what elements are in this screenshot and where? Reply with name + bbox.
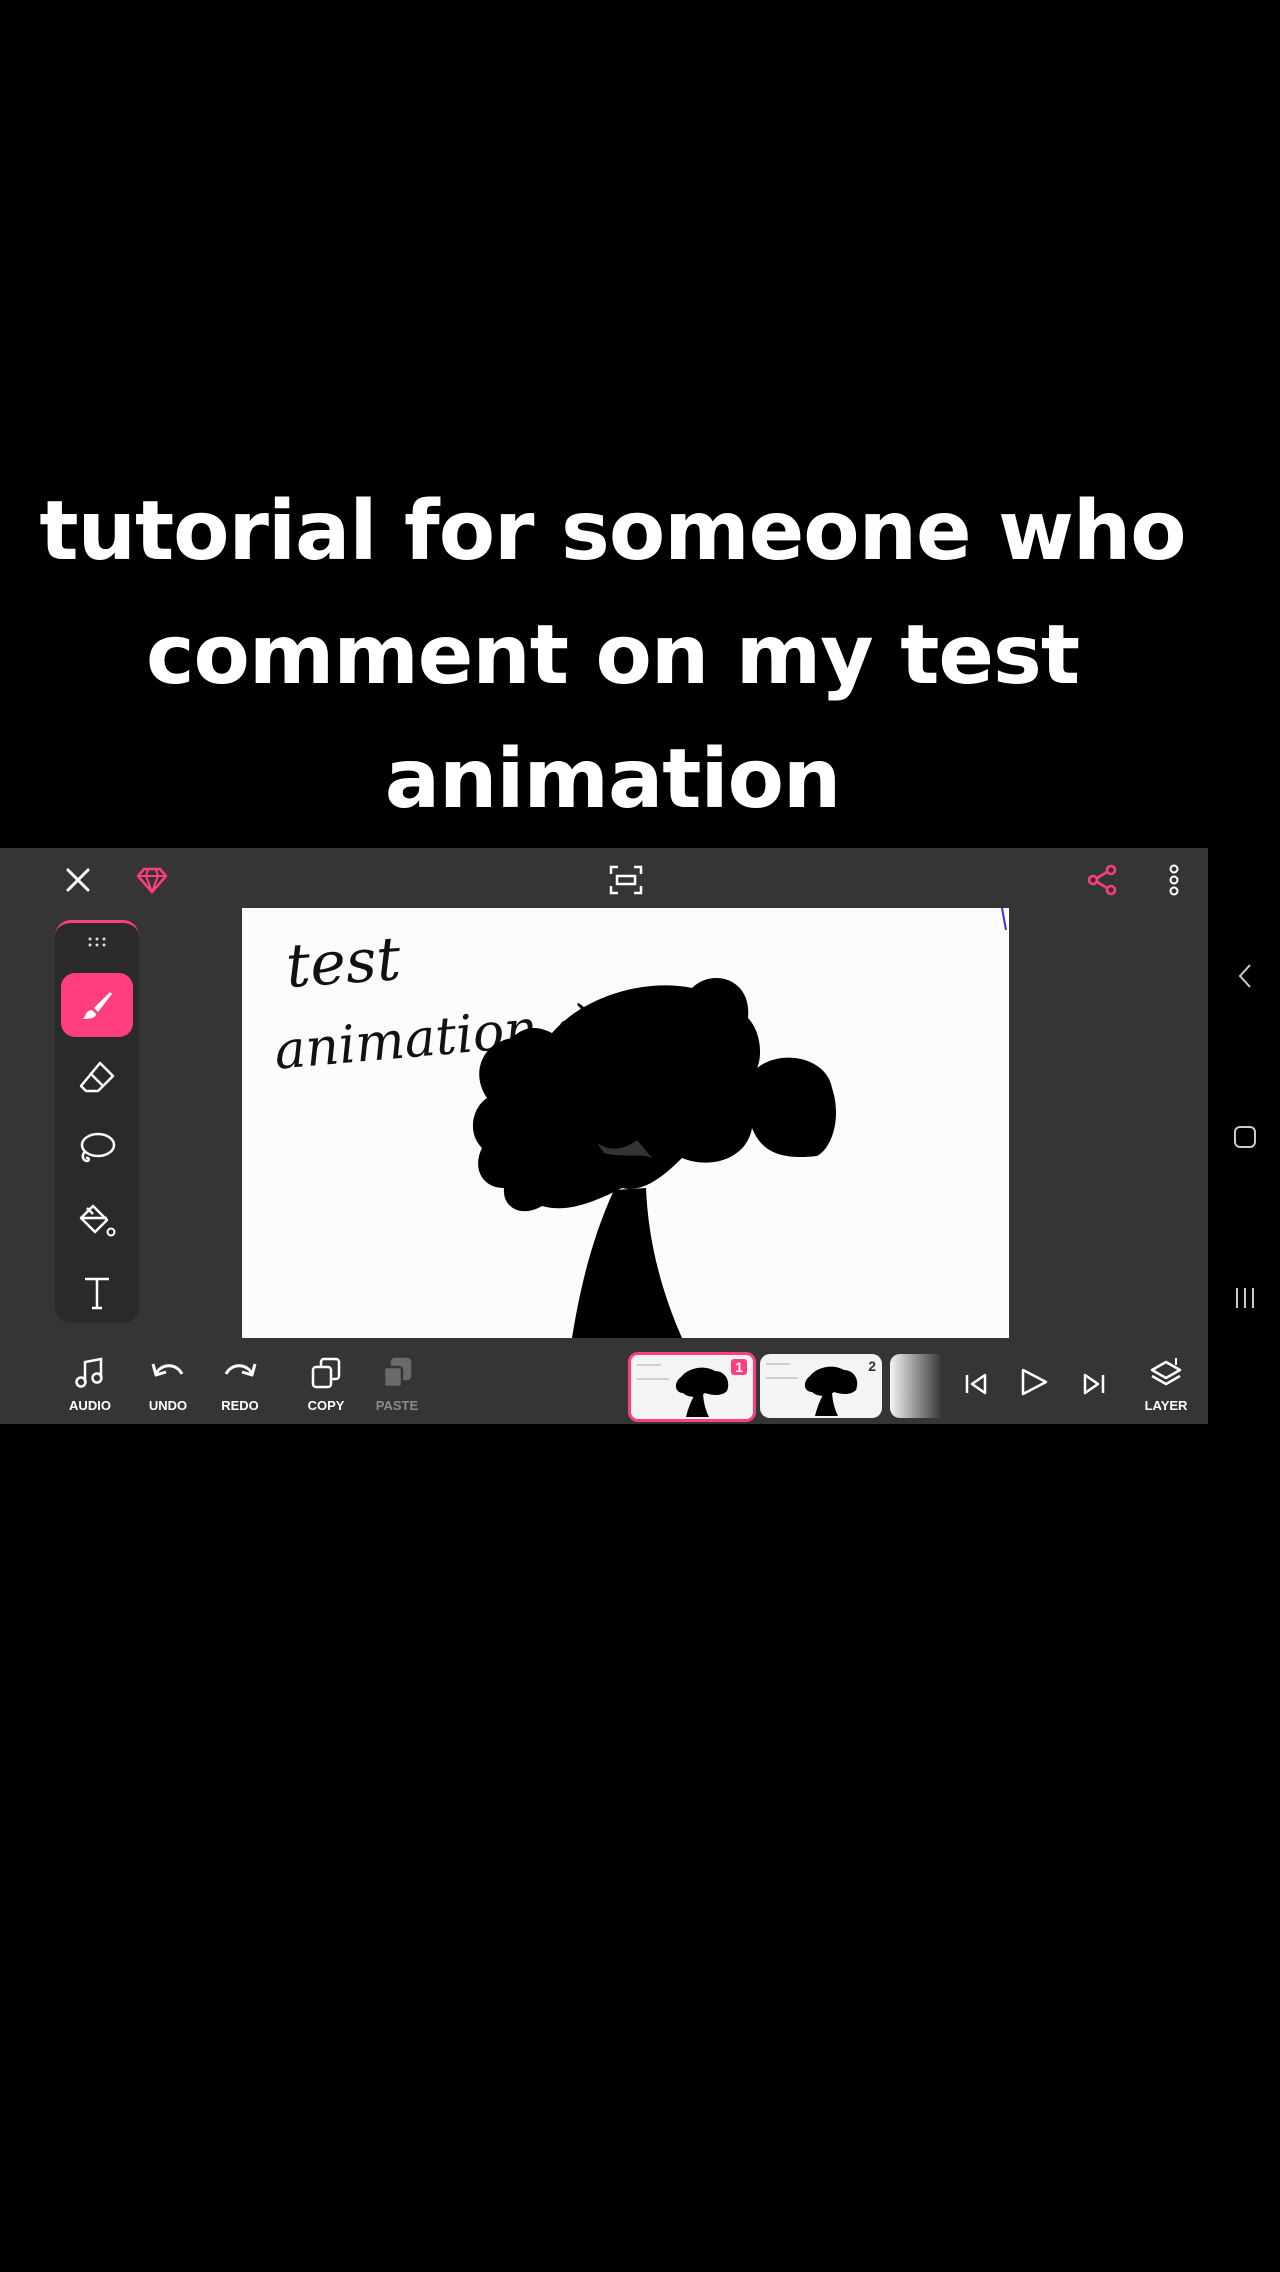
animation-app: test animation :) AUDIO UNDO REDO COPY P…: [0, 848, 1208, 1424]
frame-number: 2: [868, 1358, 876, 1374]
caption-line-3: animation: [384, 732, 842, 827]
text-icon: [85, 1277, 109, 1310]
frame-number: 1: [731, 1359, 747, 1375]
lasso-tool[interactable]: [61, 1117, 133, 1181]
frame-thumbnail-2[interactable]: 2: [760, 1354, 882, 1418]
fit-screen-icon: [609, 865, 643, 895]
brush-icon: [83, 992, 112, 1019]
grip-icon: [88, 937, 106, 947]
share-icon: [1087, 864, 1117, 896]
paste-icon: [382, 1357, 412, 1389]
layers-icon: [1150, 1358, 1182, 1386]
caption-line-1: tutorial for someone who: [39, 484, 1186, 579]
brush-tool[interactable]: [61, 973, 133, 1037]
nav-back-button[interactable]: [1225, 956, 1265, 996]
drag-handle[interactable]: [55, 935, 139, 953]
audio-label: AUDIO: [69, 1398, 111, 1413]
drawing-canvas[interactable]: test animation :): [242, 908, 1009, 1338]
eraser-tool[interactable]: [61, 1045, 133, 1109]
fill-bucket-icon: [79, 1204, 116, 1237]
copy-button[interactable]: COPY: [290, 1350, 362, 1420]
premium-button[interactable]: [132, 860, 172, 900]
tree-silhouette: [472, 908, 1007, 1338]
music-note-icon: [75, 1357, 103, 1388]
frame-preview: [766, 1363, 858, 1416]
frame-thumbnail-partial[interactable]: [890, 1354, 942, 1418]
fit-screen-button[interactable]: [606, 860, 646, 900]
skip-forward-icon: [1083, 1373, 1105, 1395]
share-button[interactable]: [1082, 860, 1122, 900]
layer-button[interactable]: LAYER: [1130, 1350, 1202, 1420]
nav-home-button[interactable]: [1225, 1117, 1265, 1157]
audio-button[interactable]: AUDIO: [54, 1350, 126, 1420]
redo-icon: [224, 1363, 257, 1377]
copy-label: COPY: [307, 1398, 345, 1413]
redo-button[interactable]: REDO: [204, 1350, 276, 1420]
lasso-icon: [80, 1132, 116, 1163]
home-square-icon: [1234, 1126, 1256, 1148]
caption-line-2: comment on my test: [145, 608, 1080, 703]
video-caption: tutorial for someone who comment on my t…: [0, 470, 1225, 842]
more-button[interactable]: [1160, 860, 1188, 900]
redo-label: REDO: [221, 1398, 259, 1413]
top-toolbar: [0, 848, 1208, 908]
close-icon: [66, 868, 90, 892]
fill-tool[interactable]: [61, 1189, 133, 1253]
close-button[interactable]: [56, 860, 100, 900]
text-tool[interactable]: [61, 1261, 133, 1325]
paste-button[interactable]: PASTE: [361, 1350, 433, 1420]
recents-icon: [1236, 1288, 1254, 1308]
play-icon: [1021, 1368, 1048, 1396]
nav-recents-button[interactable]: [1225, 1278, 1265, 1318]
chevron-left-icon: [1238, 964, 1251, 988]
layer-label: LAYER: [1144, 1398, 1188, 1413]
undo-label: UNDO: [148, 1398, 188, 1413]
last-frame-button[interactable]: [1074, 1364, 1114, 1404]
diamond-icon: [136, 867, 168, 894]
undo-button[interactable]: UNDO: [132, 1350, 204, 1420]
eraser-icon: [79, 1061, 115, 1093]
bottom-toolbar: AUDIO UNDO REDO COPY PASTE 1 2 LAYER: [0, 1342, 1208, 1424]
play-button[interactable]: [1012, 1360, 1056, 1404]
tool-palette: [55, 920, 139, 1323]
skip-back-icon: [965, 1373, 987, 1395]
first-frame-button[interactable]: [956, 1364, 996, 1404]
frame-thumbnail-1[interactable]: 1: [628, 1352, 756, 1422]
copy-icon: [311, 1357, 341, 1389]
paste-label: PASTE: [375, 1398, 419, 1413]
more-vertical-icon: [1169, 864, 1179, 896]
undo-icon: [151, 1363, 184, 1377]
